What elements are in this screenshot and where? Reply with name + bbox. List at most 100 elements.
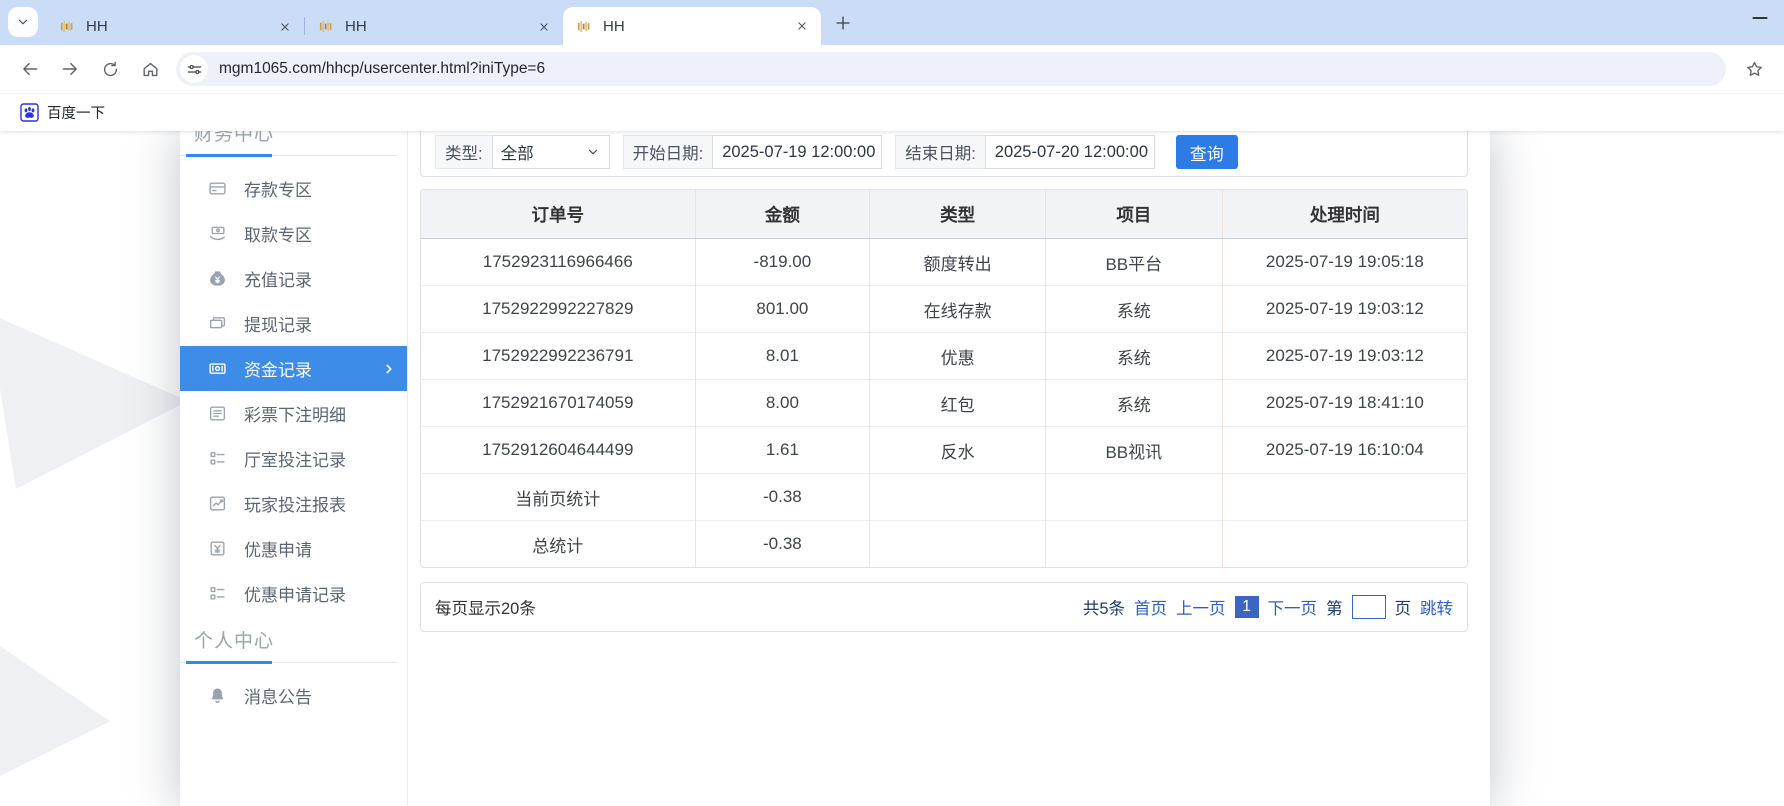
tab-3-active[interactable]: HH xyxy=(563,7,821,45)
start-date-group: 开始日期: 2025-07-19 12:00:00 xyxy=(623,135,883,169)
bookmark-baidu[interactable]: 百度一下 xyxy=(12,98,113,127)
sidebar-item-withdrawal-record[interactable]: 提现记录 xyxy=(180,301,407,346)
sidebar-item-room-bet-record[interactable]: 厅室投注记录 xyxy=(180,436,407,481)
sidebar-item-deposit-zone[interactable]: 存款专区 xyxy=(180,166,407,211)
sidebar-item-promo-apply-record[interactable]: 优惠申请记录 xyxy=(180,571,407,616)
column-header: 订单号 xyxy=(421,190,695,239)
cell-处理时间: 2025-07-19 19:05:18 xyxy=(1222,239,1467,286)
minimize-icon xyxy=(1750,8,1770,28)
cell-订单号: 总统计 xyxy=(421,521,695,568)
reload-icon xyxy=(101,60,120,79)
cell-项目 xyxy=(1045,474,1222,521)
section-underline xyxy=(180,662,397,663)
cell-项目 xyxy=(1045,521,1222,568)
sidebar-item-funds-record[interactable]: 资金记录 xyxy=(180,346,407,391)
tab-search-button[interactable] xyxy=(8,7,38,37)
records-table: 订单号金额类型项目处理时间 1752923116966466-819.00额度转… xyxy=(421,190,1467,567)
sidebar-item-label: 消息公告 xyxy=(244,683,312,708)
type-select[interactable]: 全部 xyxy=(492,135,610,169)
sidebar-item-player-bet-report[interactable]: 玩家投注报表 xyxy=(180,481,407,526)
start-date-input[interactable]: 2025-07-19 12:00:00 xyxy=(712,135,882,169)
jump-button[interactable]: 跳转 xyxy=(1420,595,1453,619)
decor-triangle xyxy=(0,289,188,489)
table-row: 17529216701740598.00红包系统2025-07-19 18:41… xyxy=(421,380,1467,427)
funds-banknote-icon xyxy=(208,359,227,378)
column-header: 项目 xyxy=(1045,190,1222,239)
tab-1[interactable]: HH xyxy=(46,8,304,45)
records-table-box: 订单号金额类型项目处理时间 1752923116966466-819.00额度转… xyxy=(420,189,1468,568)
sidebar-item-label: 充值记录 xyxy=(244,266,312,291)
sidebar-item-withdraw-zone[interactable]: 取款专区 xyxy=(180,211,407,256)
cell-类型 xyxy=(870,474,1046,521)
jump-prefix-label: 第 xyxy=(1326,595,1343,619)
page-body: 财务中心存款专区取款专区充值记录提现记录资金记录彩票下注明细厅室投注记录玩家投注… xyxy=(0,131,1784,806)
tab-close-button[interactable] xyxy=(791,15,813,37)
sidebar-item-label: 提现记录 xyxy=(244,311,312,336)
tab-2[interactable]: HH xyxy=(305,8,563,45)
home-button[interactable] xyxy=(133,52,167,86)
site-favicon xyxy=(318,18,335,35)
window-minimize-button[interactable] xyxy=(1750,8,1770,28)
sidebar-item-label: 资金记录 xyxy=(244,356,312,381)
sidebar-item-label: 优惠申请记录 xyxy=(244,581,346,606)
sidebar-item-lottery-bet-detail[interactable]: 彩票下注明细 xyxy=(180,391,407,436)
table-row: 17529229922367918.01优惠系统2025-07-19 19:03… xyxy=(421,333,1467,380)
cell-类型 xyxy=(870,521,1046,568)
browser-chrome: HH HH HH mgm1065.com/hhcp/usercenter.htm… xyxy=(0,0,1784,131)
sidebar-item-message-notice[interactable]: 消息公告 xyxy=(180,673,407,718)
sidebar-section-title: 财务中心 xyxy=(180,131,407,155)
chevron-down-icon xyxy=(15,14,31,30)
total-count-text: 共5条 xyxy=(1083,595,1125,619)
filter-bar: 类型: 全部 开始日期: 2025-07-19 12:00:00 结束日期: 2 xyxy=(420,131,1468,177)
forward-button[interactable] xyxy=(53,52,87,86)
table-row: 17529126046444991.61反水BB视讯2025-07-19 16:… xyxy=(421,427,1467,474)
lottery-list-icon xyxy=(208,404,227,423)
close-icon xyxy=(537,20,551,34)
cell-订单号: 1752922992236791 xyxy=(421,333,695,380)
sidebar-item-recharge-record[interactable]: 充值记录 xyxy=(180,256,407,301)
new-tab-button[interactable] xyxy=(829,9,857,37)
reload-button[interactable] xyxy=(93,52,127,86)
query-button[interactable]: 查询 xyxy=(1176,135,1238,169)
baidu-paw-icon xyxy=(20,103,39,122)
page-size-text: 每页显示20条 xyxy=(435,595,536,619)
bookmark-star-button[interactable] xyxy=(1737,52,1771,86)
close-icon xyxy=(278,20,292,34)
summary-row: 总统计-0.38 xyxy=(421,521,1467,568)
table-header-row: 订单号金额类型项目处理时间 xyxy=(421,190,1467,239)
tab-title: HH xyxy=(603,18,791,35)
sidebar-item-label: 优惠申请 xyxy=(244,536,312,561)
back-button[interactable] xyxy=(13,52,47,86)
cell-金额: 8.01 xyxy=(695,333,870,380)
start-date-value: 2025-07-19 12:00:00 xyxy=(722,143,875,162)
end-date-input[interactable]: 2025-07-20 12:00:00 xyxy=(985,135,1155,169)
sidebar-item-label: 存款专区 xyxy=(244,176,312,201)
page-jump-input[interactable] xyxy=(1352,595,1386,619)
next-page-link[interactable]: 下一页 xyxy=(1268,595,1318,619)
column-header: 金额 xyxy=(695,190,870,239)
home-icon xyxy=(141,60,160,79)
withdrawal-cards-icon xyxy=(208,314,227,333)
chart-report-icon xyxy=(208,494,227,513)
summary-row: 当前页统计-0.38 xyxy=(421,474,1467,521)
bookmark-label: 百度一下 xyxy=(47,102,105,123)
tab-close-button[interactable] xyxy=(533,16,555,38)
first-page-link[interactable]: 首页 xyxy=(1134,595,1167,619)
close-icon xyxy=(795,19,809,33)
site-info-button[interactable] xyxy=(180,55,208,83)
prev-page-link[interactable]: 上一页 xyxy=(1176,595,1226,619)
cell-金额: -0.38 xyxy=(695,521,870,568)
sidebar-item-promo-apply[interactable]: 优惠申请 xyxy=(180,526,407,571)
cell-类型: 在线存款 xyxy=(870,286,1046,333)
cell-处理时间 xyxy=(1222,474,1467,521)
start-date-label: 开始日期: xyxy=(623,135,713,169)
bookmarks-bar: 百度一下 xyxy=(0,93,1784,131)
bell-icon xyxy=(208,686,227,705)
cell-金额: 8.00 xyxy=(695,380,870,427)
address-bar[interactable]: mgm1065.com/hhcp/usercenter.html?iniType… xyxy=(176,52,1726,86)
cell-处理时间: 2025-07-19 16:10:04 xyxy=(1222,427,1467,474)
current-page-badge[interactable]: 1 xyxy=(1235,596,1259,618)
tab-close-button[interactable] xyxy=(274,16,296,38)
deposit-card-icon xyxy=(208,179,227,198)
browser-toolbar: mgm1065.com/hhcp/usercenter.html?iniType… xyxy=(0,45,1784,93)
